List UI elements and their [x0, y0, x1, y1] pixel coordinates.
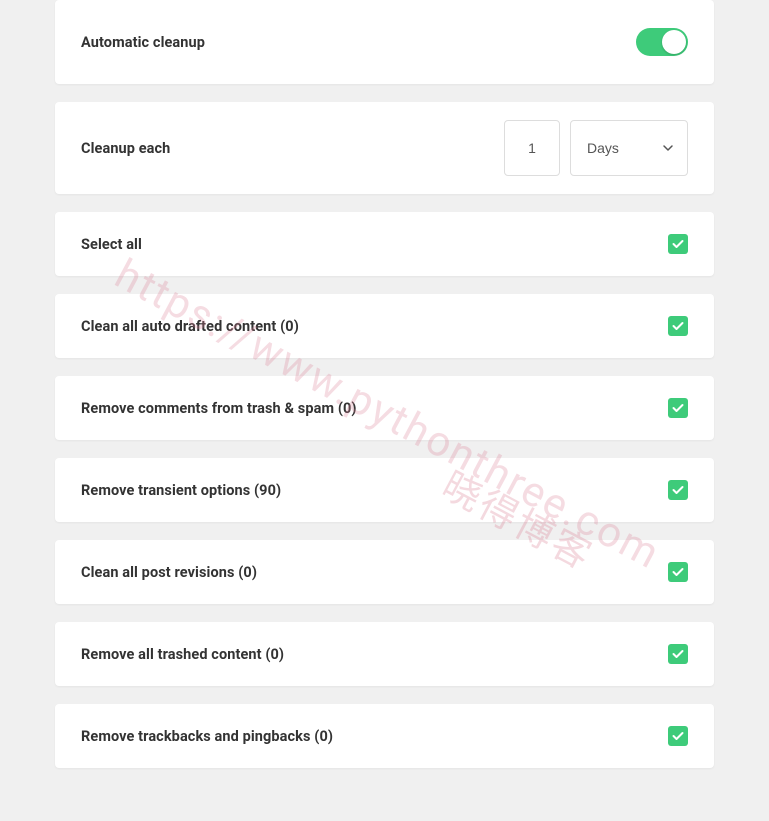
- check-icon: [671, 729, 685, 743]
- clean-revisions-checkbox[interactable]: [668, 562, 688, 582]
- option-label: Remove comments from trash & spam (0): [81, 400, 357, 417]
- check-icon: [671, 647, 685, 661]
- cleanup-each-row: Cleanup each Days: [55, 102, 714, 194]
- cleanup-each-controls: Days: [504, 120, 688, 176]
- option-remove-transient-row: Remove transient options (90): [55, 458, 714, 522]
- check-icon: [671, 237, 685, 251]
- toggle-knob: [662, 30, 686, 54]
- remove-comments-checkbox[interactable]: [668, 398, 688, 418]
- check-icon: [671, 565, 685, 579]
- option-label: Clean all post revisions (0): [81, 564, 257, 581]
- option-remove-comments-row: Remove comments from trash & spam (0): [55, 376, 714, 440]
- automatic-cleanup-row: Automatic cleanup: [55, 0, 714, 84]
- option-label: Remove transient options (90): [81, 482, 281, 499]
- cleanup-interval-input[interactable]: [504, 120, 560, 176]
- remove-trashed-checkbox[interactable]: [668, 644, 688, 664]
- automatic-cleanup-toggle[interactable]: [636, 28, 688, 56]
- check-icon: [671, 319, 685, 333]
- remove-trackbacks-checkbox[interactable]: [668, 726, 688, 746]
- remove-transient-checkbox[interactable]: [668, 480, 688, 500]
- option-remove-trackbacks-row: Remove trackbacks and pingbacks (0): [55, 704, 714, 768]
- automatic-cleanup-label: Automatic cleanup: [81, 34, 205, 51]
- option-label: Clean all auto drafted content (0): [81, 318, 299, 335]
- select-all-checkbox[interactable]: [668, 234, 688, 254]
- option-select-all-row: Select all: [55, 212, 714, 276]
- cleanup-each-label: Cleanup each: [81, 140, 170, 157]
- option-remove-trashed-row: Remove all trashed content (0): [55, 622, 714, 686]
- option-label: Remove trackbacks and pingbacks (0): [81, 728, 333, 745]
- cleanup-unit-select[interactable]: Days: [570, 120, 688, 176]
- option-label: Select all: [81, 236, 142, 253]
- option-clean-auto-drafted-row: Clean all auto drafted content (0): [55, 294, 714, 358]
- option-label: Remove all trashed content (0): [81, 646, 284, 663]
- check-icon: [671, 483, 685, 497]
- clean-auto-drafted-checkbox[interactable]: [668, 316, 688, 336]
- check-icon: [671, 401, 685, 415]
- option-clean-revisions-row: Clean all post revisions (0): [55, 540, 714, 604]
